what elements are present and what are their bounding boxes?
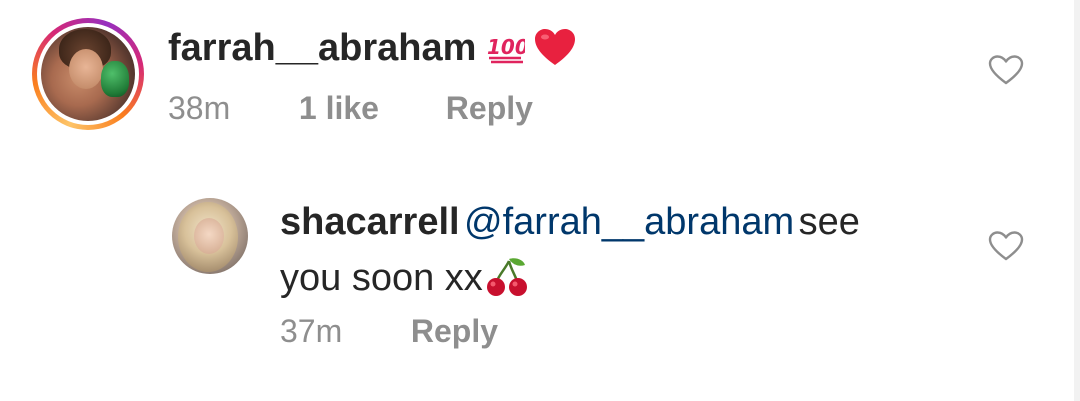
comment-text: farrah__abraham 100 <box>168 26 577 85</box>
red-heart-emoji <box>533 27 577 85</box>
profile-avatar[interactable] <box>172 198 248 274</box>
reply-text-part1: see <box>798 201 860 243</box>
comment-meta: 38m 1 like Reply <box>168 88 533 128</box>
screen-edge <box>1074 0 1080 401</box>
reply-button[interactable]: Reply <box>446 88 533 128</box>
comment-item: farrah__abraham 100 38m 1 like Reply <box>32 18 1032 138</box>
reply-meta: 37m Reply <box>280 311 498 351</box>
reply-button[interactable]: Reply <box>411 311 498 351</box>
profile-avatar-story-ring[interactable] <box>32 18 144 130</box>
cherries-emoji <box>485 255 529 317</box>
avatar-photo <box>41 27 135 121</box>
reply-text-part2: you soon xx <box>280 257 483 299</box>
hundred-points-emoji: 100 <box>485 30 529 82</box>
comment-like-count[interactable]: 1 like <box>299 88 437 128</box>
comment-username[interactable]: farrah__abraham <box>168 27 476 69</box>
hundred-text: 100 <box>487 35 525 59</box>
reply-comment-item: shacarrell @farrah__abraham see you soon… <box>172 196 1052 366</box>
comment-timestamp: 38m <box>168 90 231 126</box>
heart-outline-icon[interactable] <box>988 230 1024 262</box>
reply-timestamp: 37m <box>280 313 343 349</box>
heart-outline-icon[interactable] <box>988 54 1024 86</box>
mention-link[interactable]: @farrah__abraham <box>464 201 794 243</box>
reply-comment-text: shacarrell @farrah__abraham see you soon… <box>280 198 920 317</box>
reply-username[interactable]: shacarrell <box>280 201 460 243</box>
